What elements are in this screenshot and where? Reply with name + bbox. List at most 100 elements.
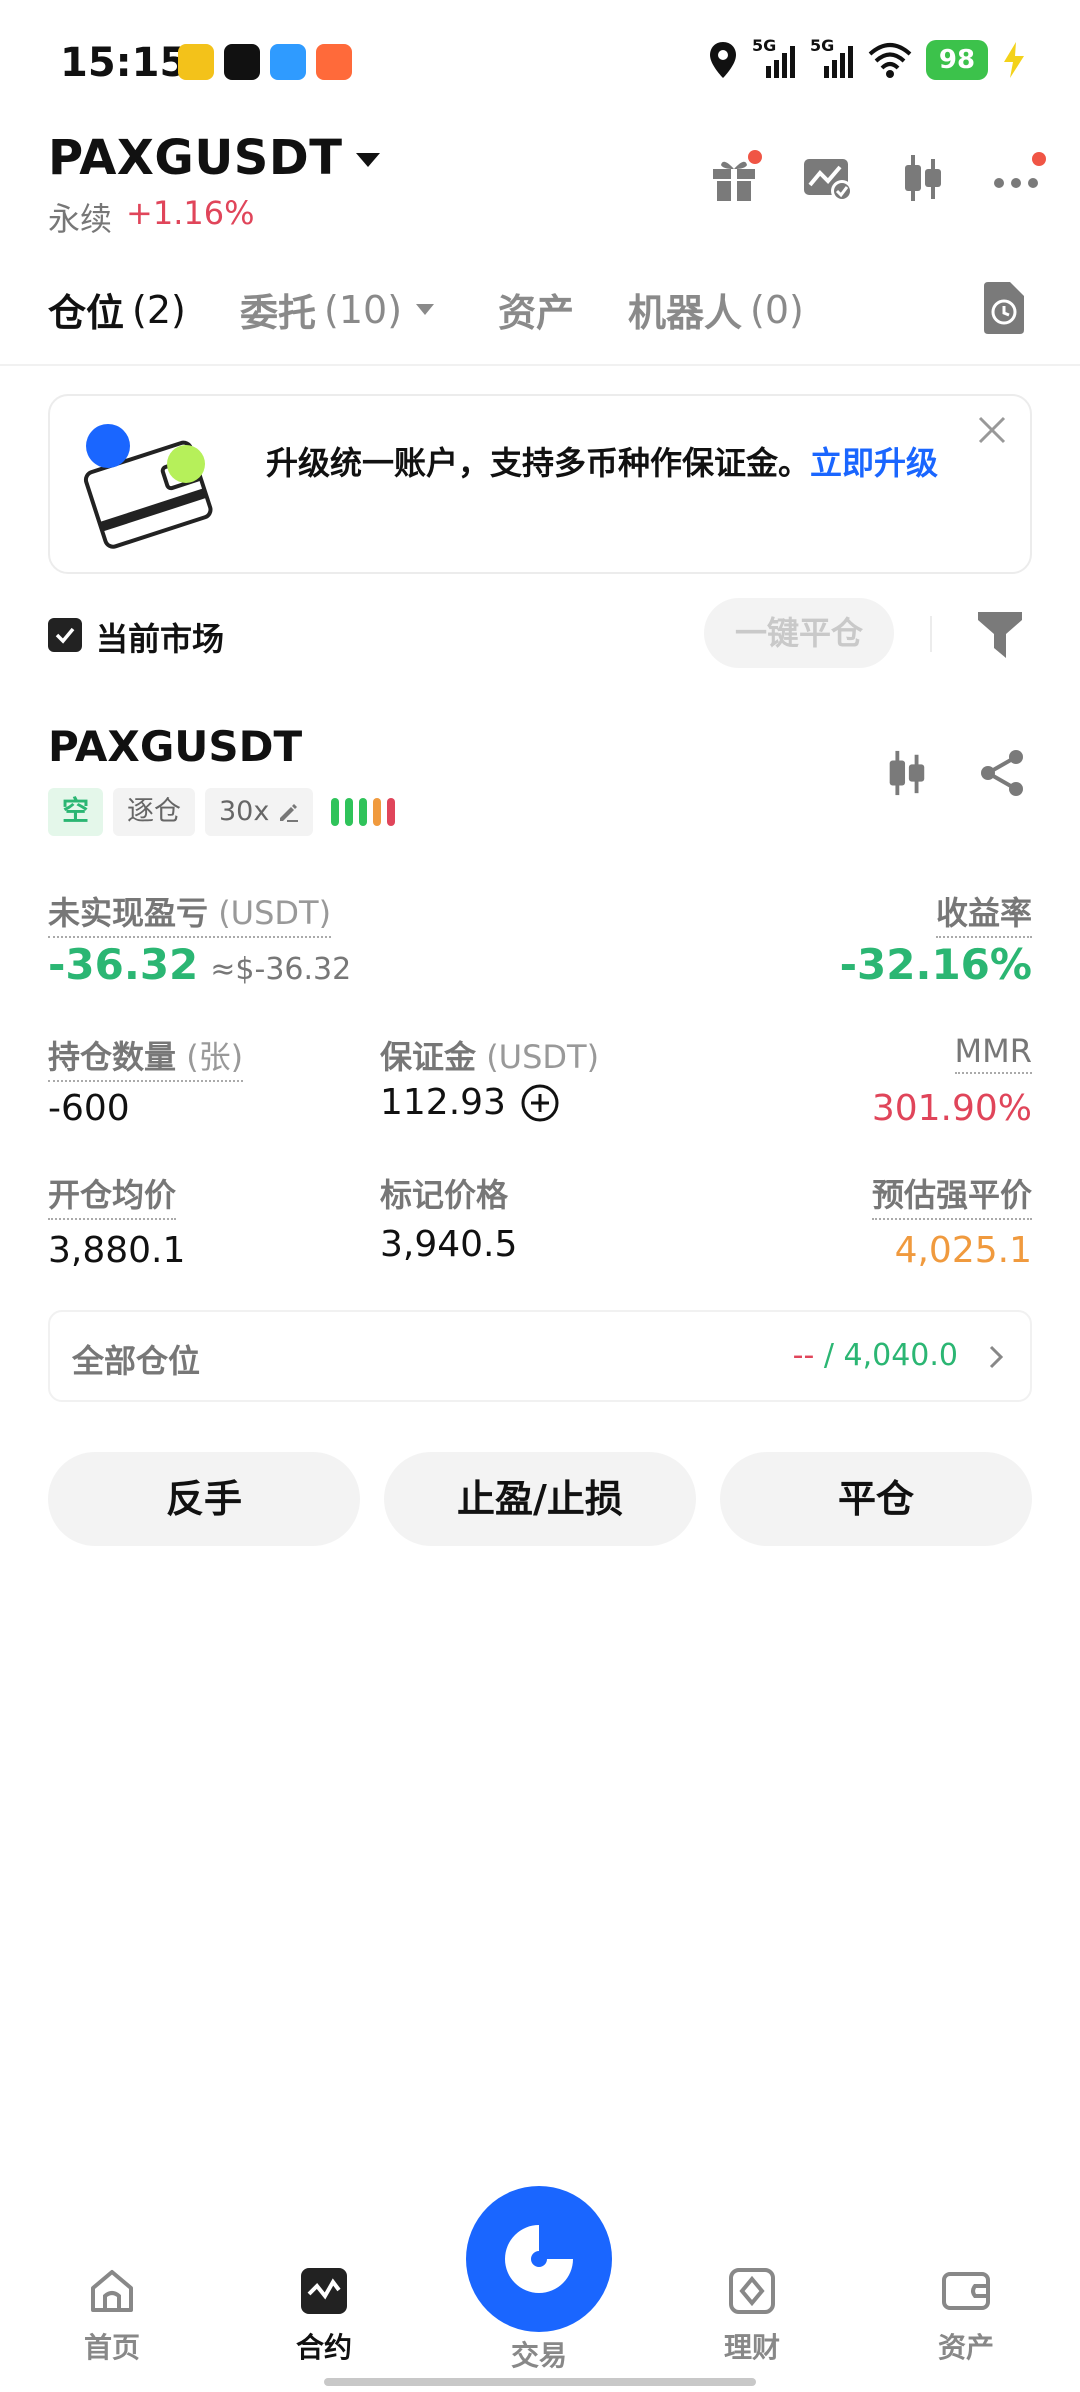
caret-down-icon xyxy=(416,304,435,315)
symbol-selector[interactable]: PAXGUSDT xyxy=(48,130,381,186)
label-text: 预估强平价 xyxy=(871,1170,1032,1220)
position-card-actions xyxy=(882,748,1026,798)
risk-bar xyxy=(345,798,354,826)
tab-label: 仓位 xyxy=(48,291,125,335)
filter-icon[interactable] xyxy=(976,608,1024,660)
notification-dot xyxy=(1032,152,1046,166)
tab-label: 机器人 xyxy=(628,291,743,335)
tab-count: (2) xyxy=(132,287,186,332)
add-margin-icon[interactable] xyxy=(520,1083,560,1123)
futures-icon xyxy=(301,2268,347,2314)
header: PAXGUSDT 永续 +1.16% xyxy=(0,130,1080,240)
tp-sl-button[interactable]: 止盈/止损 xyxy=(384,1452,696,1546)
roi-value: -32.16% xyxy=(839,940,1032,989)
unrealized-pnl-label[interactable]: 未实现盈亏 (USDT) xyxy=(48,888,332,938)
nav-home[interactable]: 首页 xyxy=(52,2266,172,2366)
nav-label: 理财 xyxy=(723,2331,780,2364)
status-bar: 15:15 5G 5G 98 xyxy=(0,0,1080,130)
home-icon xyxy=(91,2270,133,2312)
leverage-tag[interactable]: 30x xyxy=(205,788,314,836)
field-label: 持仓数量 (张) xyxy=(48,1032,244,1082)
caret-down-icon xyxy=(356,153,381,167)
close-position-button[interactable]: 平仓 xyxy=(720,1452,1032,1546)
liq-price-label[interactable]: 预估强平价 xyxy=(871,1170,1032,1220)
notification-icons xyxy=(178,44,352,80)
label-text: 收益率 xyxy=(935,888,1032,938)
location-icon xyxy=(710,42,736,78)
tab-assets[interactable]: 资产 xyxy=(498,282,574,337)
tab-bots[interactable]: 机器人 (0) xyxy=(628,282,804,337)
position-symbol[interactable]: PAXGUSDT xyxy=(48,722,302,771)
more-button[interactable] xyxy=(988,150,1046,206)
label-unit: (张) xyxy=(186,1038,244,1076)
all-positions-value: -- / 4,040.0 xyxy=(793,1338,958,1373)
label-text: 标记价格 xyxy=(380,1176,509,1214)
roi-label[interactable]: 收益率 xyxy=(935,888,1032,938)
gift-button[interactable] xyxy=(706,150,762,206)
kline-button[interactable] xyxy=(894,150,950,206)
field-label: 保证金 (USDT) xyxy=(380,1032,599,1078)
trade-button[interactable] xyxy=(466,2186,612,2332)
trade-logo-icon xyxy=(505,2225,573,2293)
risk-bar xyxy=(387,798,396,826)
risk-level-indicator xyxy=(331,798,396,826)
edit-icon xyxy=(280,804,299,822)
header-actions xyxy=(706,150,1046,206)
app-notification-icon xyxy=(178,44,214,80)
candlestick-icon[interactable] xyxy=(882,748,930,798)
tab-label: 资产 xyxy=(498,291,575,335)
nav-assets[interactable]: 资产 xyxy=(906,2266,1026,2366)
label-unit: (USDT) xyxy=(218,894,332,932)
all-positions-right: 4,040.0 xyxy=(843,1338,958,1373)
filter-row: 当前市场 一键平仓 xyxy=(0,598,1080,670)
divider xyxy=(930,616,932,652)
document-history-icon xyxy=(984,282,1024,334)
banner-text: 升级统一账户，支持多币种作保证金。 xyxy=(266,444,811,482)
app-notification-icon xyxy=(270,44,306,80)
upgrade-banner[interactable]: 升级统一账户，支持多币种作保证金。立即升级 xyxy=(48,394,1032,574)
current-market-label[interactable]: 当前市场 xyxy=(96,614,224,660)
all-positions-row[interactable]: 全部仓位 -- / 4,040.0 xyxy=(48,1310,1032,1402)
charging-icon xyxy=(1004,42,1024,78)
nav-futures[interactable]: 合约 xyxy=(264,2266,384,2366)
close-all-button[interactable]: 一键平仓 xyxy=(704,598,894,668)
entry-price-value: 3,880.1 xyxy=(48,1230,186,1271)
symbol-subtitle: 永续 +1.16% xyxy=(48,194,254,240)
margin-value: 112.93 xyxy=(380,1082,506,1123)
label-text: 保证金 xyxy=(380,1038,477,1076)
signal-icon: 5G xyxy=(752,36,796,80)
chart-settings-icon xyxy=(804,159,853,202)
close-icon[interactable] xyxy=(976,414,1008,446)
tab-positions[interactable]: 仓位 (2) xyxy=(48,282,186,337)
nav-earn[interactable]: 理财 xyxy=(692,2266,812,2366)
entry-price-label[interactable]: 开仓均价 xyxy=(48,1170,177,1220)
status-indicators: 5G 5G 98 xyxy=(708,36,1026,80)
chevron-right-icon xyxy=(989,1345,1004,1369)
battery-indicator: 98 xyxy=(926,40,988,80)
checkmark-icon xyxy=(55,627,75,644)
upgrade-link[interactable]: 立即升级 xyxy=(810,444,938,482)
label-text: MMR xyxy=(954,1032,1032,1074)
all-positions-separator: / xyxy=(814,1338,844,1373)
tab-count: (0) xyxy=(750,287,804,332)
size-label[interactable]: 持仓数量 (张) xyxy=(48,1032,244,1082)
mmr-label[interactable]: MMR xyxy=(954,1032,1032,1074)
chart-settings-button[interactable] xyxy=(800,150,856,206)
current-market-checkbox[interactable] xyxy=(48,618,82,652)
size-value: -600 xyxy=(48,1088,130,1129)
signal-icon: 5G xyxy=(810,36,854,80)
tab-orders[interactable]: 委托 (10) xyxy=(240,282,435,337)
share-icon[interactable] xyxy=(978,748,1026,798)
position-tags: 空 逐仓 30x xyxy=(48,788,396,836)
position-tabs: 仓位 (2) 委托 (10) 资产 机器人 (0) xyxy=(0,270,1080,366)
side-tag: 空 xyxy=(48,788,103,836)
unrealized-pnl-usd: ≈$-36.32 xyxy=(210,952,352,987)
reverse-button[interactable]: 反手 xyxy=(48,1452,360,1546)
label-unit: (USDT) xyxy=(486,1038,600,1076)
app-notification-icon xyxy=(316,44,352,80)
tab-count: (10) xyxy=(324,287,403,332)
margin-mode-tag: 逐仓 xyxy=(113,788,195,836)
label-text: 开仓均价 xyxy=(48,1170,177,1220)
history-button[interactable] xyxy=(980,282,1026,334)
notification-dot xyxy=(748,150,762,164)
